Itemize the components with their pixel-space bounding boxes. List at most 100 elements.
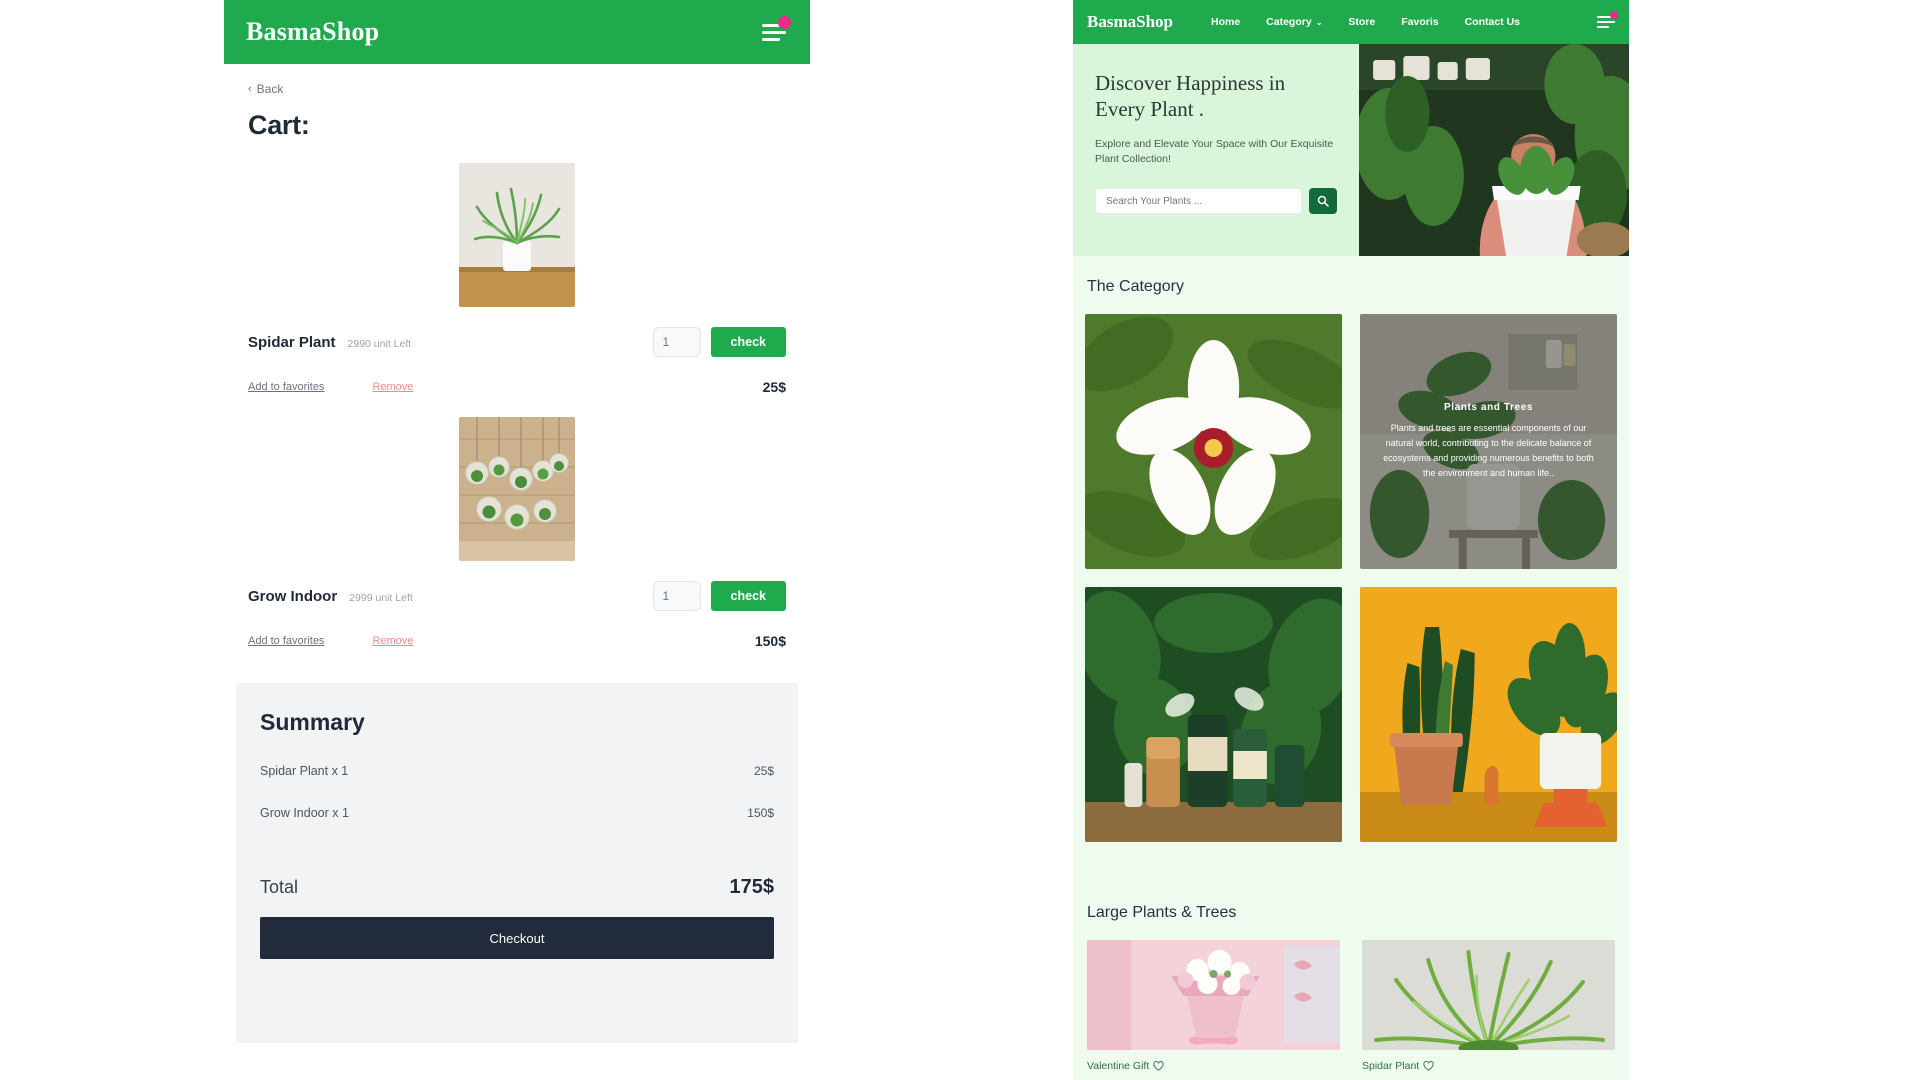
nav-item-category-label: Category — [1266, 16, 1312, 28]
large-section-title: Large Plants & Trees — [1087, 904, 1237, 921]
hamburger-icon[interactable] — [762, 16, 791, 42]
search-icon — [1317, 195, 1329, 207]
hero-content: Discover Happiness in Every Plant . Expl… — [1073, 44, 1359, 256]
chevron-left-icon: ‹ — [248, 83, 252, 95]
cart-item-main-row: Grow Indoor 2999 unit Left check — [248, 581, 786, 611]
hamburger-bar — [762, 30, 786, 34]
search-button[interactable] — [1309, 188, 1337, 214]
add-to-favorites-link[interactable]: Add to favorites — [248, 635, 324, 647]
summary-line-value: 150$ — [747, 806, 774, 820]
cart-item-links: Add to favorites Remove — [248, 381, 413, 393]
check-button[interactable]: check — [710, 581, 786, 611]
checkout-button[interactable]: Checkout — [260, 917, 774, 959]
category-card-plant-care[interactable] — [1085, 587, 1342, 842]
nav-item-contact-us[interactable]: Contact Us — [1465, 16, 1520, 28]
page-title: Cart: — [248, 110, 310, 140]
spidar-plant-image — [1362, 940, 1615, 1050]
summary-line-label: Spidar Plant x 1 — [260, 764, 349, 778]
cart-item-name: Grow Indoor — [248, 587, 338, 605]
quantity-input[interactable] — [652, 581, 701, 611]
summary-title: Summary — [260, 709, 365, 735]
hero-title: Discover Happiness in Every Plant . — [1095, 70, 1337, 123]
category-card-flower[interactable] — [1085, 314, 1342, 569]
nav-item-favoris[interactable]: Favoris — [1401, 16, 1438, 28]
category-card-indoor-plants[interactable] — [1360, 587, 1617, 842]
spider-plant-image — [459, 163, 575, 307]
back-link[interactable]: ‹ Back — [248, 82, 798, 96]
search-input[interactable] — [1095, 188, 1302, 214]
product-name: Spidar Plant — [1362, 1060, 1420, 1072]
cart-item-links: Add to favorites Remove — [248, 635, 413, 647]
category-overlay-title: Plants and Trees — [1443, 402, 1534, 414]
category-grid: Plants and Trees Plants and trees are es… — [1073, 296, 1629, 842]
nav-item-category[interactable]: Category ⌄ — [1266, 16, 1322, 28]
cart-item-photo-wrap — [248, 163, 786, 307]
check-button[interactable]: check — [710, 327, 786, 357]
cart-panel: BasmaShop ‹ Back Cart: Spidar Plant 2990… — [224, 0, 810, 1080]
hamburger-bar — [762, 37, 780, 41]
hamburger-bar — [1597, 16, 1611, 18]
add-to-favorites-link[interactable]: Add to favorites — [248, 381, 324, 393]
chevron-down-icon: ⌄ — [1315, 17, 1323, 27]
category-section-title: The Category — [1087, 278, 1184, 295]
heart-icon[interactable] — [1423, 1060, 1434, 1072]
summary-panel: Summary Spidar Plant x 1 25$ Grow Indoor… — [236, 683, 798, 1043]
category-card-plants-and-trees[interactable]: Plants and Trees Plants and trees are es… — [1360, 314, 1617, 569]
nav-links: Home Category ⌄ Store Favoris Contact Us — [1211, 16, 1597, 28]
cart-item-info: Spidar Plant 2990 unit Left — [248, 334, 411, 351]
cart-item-price: 150$ — [754, 633, 786, 649]
cart-item-actions: check — [652, 581, 786, 611]
heart-icon[interactable] — [1153, 1060, 1164, 1072]
cart-item-main-row: Spidar Plant 2990 unit Left check — [248, 327, 786, 357]
large-plants-section: Large Plants & Trees Valentine Gift Spid… — [1073, 876, 1629, 1072]
cart-item: Spidar Plant 2990 unit Left check Add to… — [236, 163, 798, 395]
cart-item-actions: check — [652, 327, 786, 357]
product-card[interactable]: Valentine Gift — [1087, 940, 1340, 1072]
cart-item-secondary-row: Add to favorites Remove 25$ — [248, 379, 786, 395]
cart-item-price: 25$ — [762, 379, 786, 395]
product-grid: Valentine Gift Spidar Plant — [1073, 922, 1629, 1072]
cart-body: ‹ Back Cart: Spidar Plant 2990 unit Left… — [224, 82, 810, 1043]
hero-image — [1359, 44, 1629, 256]
cart-brand-logo: BasmaShop — [246, 17, 380, 46]
hero-subtitle: Explore and Elevate Your Space with Our … — [1095, 137, 1334, 166]
remove-link[interactable]: Remove — [372, 635, 413, 647]
cart-item-info: Grow Indoor 2999 unit Left — [248, 588, 413, 605]
store-brand-logo: BasmaShop — [1087, 12, 1173, 31]
nav-item-home[interactable]: Home — [1211, 16, 1240, 28]
hero-search — [1095, 188, 1337, 214]
product-card[interactable]: Spidar Plant — [1362, 940, 1615, 1072]
cart-item-photo-wrap — [248, 417, 786, 561]
cart-header: BasmaShop — [224, 0, 810, 64]
store-navbar: BasmaShop Home Category ⌄ Store Favoris … — [1073, 0, 1629, 44]
hero-title-line1: Discover Happiness in — [1095, 71, 1286, 95]
notification-dot-icon — [1610, 11, 1618, 19]
category-card-overlay: Plants and Trees Plants and trees are es… — [1360, 314, 1617, 569]
product-card-label-row: Valentine Gift — [1087, 1060, 1340, 1072]
total-value: 175$ — [729, 876, 775, 898]
valentine-gift-image — [1087, 940, 1340, 1050]
total-label: Total — [260, 877, 299, 897]
total-row: Total 175$ — [248, 876, 786, 899]
cart-item-stock: 2990 unit Left — [347, 337, 412, 350]
hero-section: Discover Happiness in Every Plant . Expl… — [1073, 44, 1629, 256]
summary-line-value: 25$ — [753, 764, 774, 778]
hamburger-icon[interactable] — [1597, 11, 1618, 29]
screen-root: BasmaShop ‹ Back Cart: Spidar Plant 2990… — [0, 0, 1920, 1080]
hamburger-bar — [1597, 21, 1615, 23]
cart-item-stock: 2999 unit Left — [349, 591, 413, 604]
cart-item-name: Spidar Plant — [248, 333, 336, 351]
summary-line-label: Grow Indoor x 1 — [260, 806, 349, 820]
remove-link[interactable]: Remove — [372, 381, 413, 393]
hamburger-bar — [1597, 26, 1609, 28]
grow-indoor-image — [459, 417, 575, 561]
product-card-label-row: Spidar Plant — [1362, 1060, 1615, 1072]
quantity-input[interactable] — [652, 327, 701, 357]
nav-item-store[interactable]: Store — [1348, 16, 1375, 28]
notification-dot-icon — [778, 16, 791, 29]
cart-item-secondary-row: Add to favorites Remove 150$ — [248, 633, 786, 649]
cart-item: Grow Indoor 2999 unit Left check Add to … — [236, 417, 798, 649]
summary-line: Grow Indoor x 1 150$ — [248, 806, 786, 820]
product-name: Valentine Gift — [1087, 1060, 1150, 1072]
category-overlay-text: Plants and trees are essential component… — [1383, 423, 1594, 478]
